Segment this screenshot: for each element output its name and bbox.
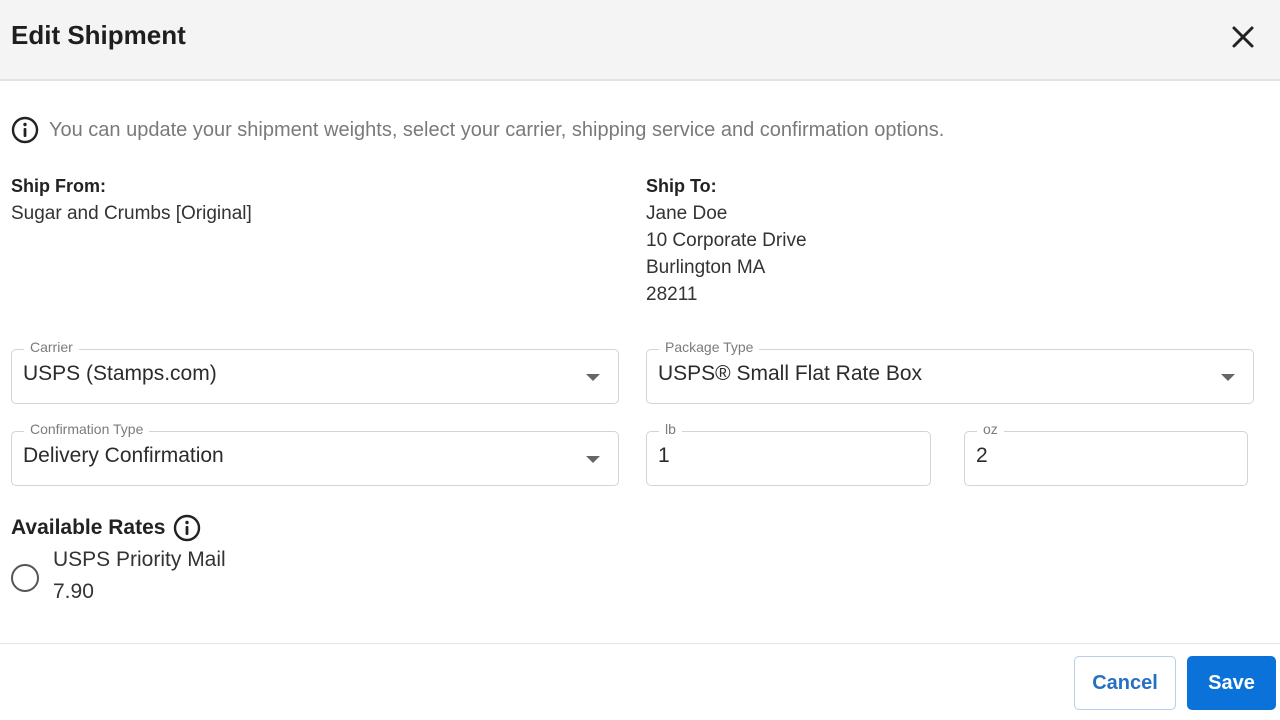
ship-to-zip: 28211: [646, 284, 698, 305]
save-button[interactable]: Save: [1187, 656, 1276, 710]
ship-to-block: Ship To: Jane Doe 10 Corporate Drive Bur…: [646, 173, 807, 308]
cancel-button[interactable]: Cancel: [1074, 656, 1176, 710]
dialog-header: Edit Shipment: [0, 0, 1280, 81]
package-type-select[interactable]: Package Type USPS® Small Flat Rate Box: [646, 339, 1254, 404]
dropdown-arrow-icon: [1221, 374, 1235, 381]
ship-to-label: Ship To:: [646, 176, 717, 196]
oz-label: oz: [977, 421, 1004, 437]
ship-from-line: Sugar and Crumbs [Original]: [11, 203, 252, 224]
lb-value[interactable]: 1: [658, 444, 670, 468]
ship-to-street: 10 Corporate Drive: [646, 230, 807, 251]
weight-lb-input[interactable]: lb 1: [646, 421, 931, 486]
ship-from-block: Ship From: Sugar and Crumbs [Original]: [11, 173, 252, 227]
carrier-label: Carrier: [24, 339, 79, 355]
close-button[interactable]: [1228, 22, 1258, 52]
info-banner: You can update your shipment weights, se…: [11, 116, 944, 144]
oz-value[interactable]: 2: [976, 444, 988, 468]
rate-name: USPS Priority Mail: [53, 548, 226, 571]
info-circle-icon: [11, 116, 39, 144]
ship-to-name: Jane Doe: [646, 203, 728, 224]
info-text: You can update your shipment weights, se…: [49, 118, 945, 141]
carrier-select[interactable]: Carrier USPS (Stamps.com): [11, 339, 619, 404]
package-type-label: Package Type: [659, 339, 760, 355]
carrier-value: USPS (Stamps.com): [23, 362, 217, 385]
lb-label: lb: [659, 421, 682, 437]
close-icon: [1232, 26, 1254, 48]
rate-radio-usps-priority-mail[interactable]: [11, 564, 39, 592]
available-rates-header: Available Rates: [11, 514, 201, 542]
confirmation-type-label: Confirmation Type: [24, 421, 150, 437]
rate-price: 7.90: [53, 580, 94, 603]
ship-to-city-state: Burlington MA: [646, 257, 766, 278]
dropdown-arrow-icon: [586, 456, 600, 463]
weight-oz-input[interactable]: oz 2: [964, 421, 1248, 486]
available-rates-title: Available Rates: [11, 516, 166, 539]
confirmation-type-value: Delivery Confirmation: [23, 444, 224, 467]
dialog-title: Edit Shipment: [11, 20, 186, 50]
package-type-value: USPS® Small Flat Rate Box: [658, 362, 923, 385]
ship-from-label: Ship From:: [11, 176, 106, 196]
info-circle-icon[interactable]: [173, 514, 201, 542]
confirmation-type-select[interactable]: Confirmation Type Delivery Confirmation: [11, 421, 619, 486]
dropdown-arrow-icon: [586, 374, 600, 381]
footer-divider: [0, 643, 1280, 644]
